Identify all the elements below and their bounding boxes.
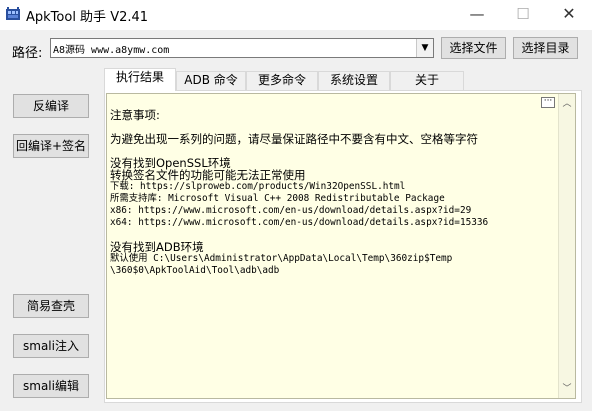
tab-about[interactable]: 关于 xyxy=(390,71,464,90)
path-label: 路径: xyxy=(12,46,43,61)
output-line: \360$0\ApkToolAid\Tool\adb\adb xyxy=(110,265,280,276)
output-line: x86: https://www.microsoft.com/en-us/dow… xyxy=(110,205,472,216)
close-button[interactable]: ✕ xyxy=(546,0,592,30)
tab-more-commands[interactable]: 更多命令 xyxy=(246,71,318,90)
path-input[interactable]: A8源码 www.a8ymw.com xyxy=(53,41,169,56)
tab-execution-result[interactable]: 执行结果 xyxy=(104,68,176,91)
output-text-area[interactable]: 注意事项: 为避免出现一系列的问题，请尽量保证路径中不要含有中文、空格等字符 没… xyxy=(106,93,576,399)
output-line: 没有找到ADB环境 xyxy=(110,240,204,254)
scroll-down-icon[interactable]: ﹀ xyxy=(559,381,575,394)
tab-system-settings[interactable]: 系统设置 xyxy=(318,71,390,90)
output-line: 下载: https://slproweb.com/products/Win32O… xyxy=(110,181,406,192)
output-line: 注意事项: xyxy=(110,108,160,122)
output-line: 为避免出现一系列的问题，请尽量保证路径中不要含有中文、空格等字符 xyxy=(110,132,478,146)
output-line: 所需支持库: Microsoft Visual C++ 2008 Redistr… xyxy=(110,193,445,204)
title-bar: ApkTool 助手 V2.41 — ☐ ✕ xyxy=(0,0,592,30)
decompile-button[interactable]: 反编译 xyxy=(13,94,89,118)
select-directory-button[interactable]: 选择目录 xyxy=(513,37,578,59)
chevron-down-icon[interactable]: ▼ xyxy=(416,39,433,57)
vertical-scrollbar[interactable]: ︿ ﹀ xyxy=(558,94,575,398)
smali-inject-button[interactable]: smali注入 xyxy=(13,334,89,358)
scroll-up-icon[interactable]: ︿ xyxy=(559,96,575,109)
more-options-icon[interactable]: ··· xyxy=(541,97,555,108)
check-shell-button[interactable]: 简易查壳 xyxy=(13,294,89,318)
window-title: ApkTool 助手 V2.41 xyxy=(26,10,149,25)
path-combobox[interactable]: A8源码 www.a8ymw.com ▼ xyxy=(50,38,434,58)
output-line: x64: https://www.microsoft.com/en-us/dow… xyxy=(110,217,489,228)
app-icon xyxy=(6,7,20,20)
select-file-button[interactable]: 选择文件 xyxy=(441,37,506,59)
minimize-button[interactable]: — xyxy=(454,0,500,30)
output-line: 转换签名文件的功能可能无法正常使用 xyxy=(110,168,306,182)
recompile-sign-button[interactable]: 回编译+签名 xyxy=(13,134,89,158)
tab-adb-commands[interactable]: ADB 命令 xyxy=(176,71,246,90)
maximize-button[interactable]: ☐ xyxy=(500,0,546,30)
output-line: 默认使用 C:\Users\Administrator\AppData\Loca… xyxy=(110,253,453,264)
smali-edit-button[interactable]: smali编辑 xyxy=(13,374,89,398)
